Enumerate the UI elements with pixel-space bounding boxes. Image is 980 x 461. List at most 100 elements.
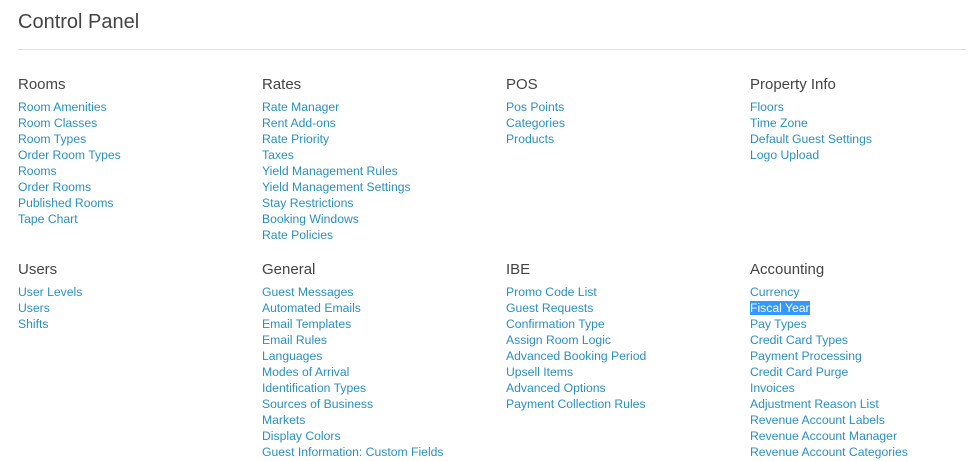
list-item: Revenue Account Manager — [750, 428, 980, 444]
property-info-link-floors[interactable]: Floors — [750, 100, 784, 114]
accounting-link-fiscal-year[interactable]: Fiscal Year — [750, 301, 810, 315]
accounting-link-revenue-account-manager[interactable]: Revenue Account Manager — [750, 429, 897, 443]
rooms-link-room-types[interactable]: Room Types — [18, 132, 86, 146]
general-link-markets[interactable]: Markets — [262, 413, 305, 427]
rooms-link-room-classes[interactable]: Room Classes — [18, 116, 97, 130]
general-link-guest-information-custom-fields[interactable]: Guest Information: Custom Fields — [262, 445, 444, 459]
accounting-link-pay-types[interactable]: Pay Types — [750, 317, 807, 331]
rooms-link-order-room-types[interactable]: Order Room Types — [18, 148, 121, 162]
section-pos: POS Pos Points Categories Products — [506, 75, 736, 147]
accounting-link-adjustment-reason-list[interactable]: Adjustment Reason List — [750, 397, 879, 411]
list-item: Credit Card Types — [750, 332, 980, 348]
accounting-link-invoices[interactable]: Invoices — [750, 381, 795, 395]
list-item: Automated Emails — [262, 300, 492, 316]
general-link-sources-of-business[interactable]: Sources of Business — [262, 397, 373, 411]
ibe-link-assign-room-logic[interactable]: Assign Room Logic — [506, 333, 611, 347]
general-link-email-templates[interactable]: Email Templates — [262, 317, 351, 331]
general-link-list: Guest Messages Automated Emails Email Temp… — [262, 284, 492, 460]
ibe-link-advanced-booking-period[interactable]: Advanced Booking Period — [506, 349, 646, 363]
users-link-users[interactable]: Users — [18, 301, 50, 315]
accounting-link-payment-processing[interactable]: Payment Processing — [750, 349, 862, 363]
rates-link-rate-policies[interactable]: Rate Policies — [262, 228, 333, 242]
general-link-display-colors[interactable]: Display Colors — [262, 429, 341, 443]
list-item: Fiscal Year — [750, 300, 980, 316]
list-item: Rate Priority — [262, 131, 492, 147]
list-item: Pos Points — [506, 99, 736, 115]
section-rooms: Rooms Room Amenities Room Classes Room Typ… — [18, 75, 248, 227]
list-item: Upsell Items — [506, 364, 736, 380]
rates-link-rent-add-ons[interactable]: Rent Add-ons — [262, 116, 336, 130]
rooms-link-published-rooms[interactable]: Published Rooms — [18, 196, 114, 210]
general-link-identification-types[interactable]: Identification Types — [262, 381, 366, 395]
list-item: Default Guest Settings — [750, 131, 980, 147]
pos-link-pos-points[interactable]: Pos Points — [506, 100, 564, 114]
list-item: Time Zone — [750, 115, 980, 131]
list-item: Email Rules — [262, 332, 492, 348]
list-item: Guest Messages — [262, 284, 492, 300]
general-link-languages[interactable]: Languages — [262, 349, 322, 363]
pos-link-list: Pos Points Categories Products — [506, 99, 736, 147]
accounting-link-revenue-account-categories[interactable]: Revenue Account Categories — [750, 445, 908, 459]
rooms-link-room-amenities[interactable]: Room Amenities — [18, 100, 107, 114]
list-item: Room Types — [18, 131, 248, 147]
ibe-link-payment-collection-rules[interactable]: Payment Collection Rules — [506, 397, 646, 411]
rooms-link-list: Room Amenities Room Classes Room Types Orde… — [18, 99, 248, 227]
general-link-modes-of-arrival[interactable]: Modes of Arrival — [262, 365, 349, 379]
rates-link-taxes[interactable]: Taxes — [262, 148, 294, 162]
list-item: Logo Upload — [750, 147, 980, 163]
list-item: Room Amenities — [18, 99, 248, 115]
list-item: Pay Types — [750, 316, 980, 332]
rooms-link-rooms[interactable]: Rooms — [18, 164, 57, 178]
accounting-link-list: Currency Fiscal Year Pay Types Credit Card … — [750, 284, 980, 460]
list-item: Users — [18, 300, 248, 316]
accounting-link-credit-card-types[interactable]: Credit Card Types — [750, 333, 848, 347]
rates-link-booking-windows[interactable]: Booking Windows — [262, 212, 359, 226]
list-item: Rate Manager — [262, 99, 492, 115]
rates-link-rate-priority[interactable]: Rate Priority — [262, 132, 329, 146]
ibe-link-guest-requests[interactable]: Guest Requests — [506, 301, 593, 315]
ibe-link-confirmation-type[interactable]: Confirmation Type — [506, 317, 605, 331]
list-item: Rooms — [18, 163, 248, 179]
property-info-link-time-zone[interactable]: Time Zone — [750, 116, 808, 130]
section-heading-ibe: IBE — [506, 261, 531, 278]
list-item: Email Templates — [262, 316, 492, 332]
list-item: Rent Add-ons — [262, 115, 492, 131]
general-link-guest-messages[interactable]: Guest Messages — [262, 285, 353, 299]
pos-link-categories[interactable]: Categories — [506, 116, 565, 130]
ibe-link-promo-code-list[interactable]: Promo Code List — [506, 285, 597, 299]
users-link-shifts[interactable]: Shifts — [18, 317, 48, 331]
list-item: Floors — [750, 99, 980, 115]
list-item: Categories — [506, 115, 736, 131]
section-rates: Rates Rate Manager Rent Add-ons Rate Prior… — [262, 75, 492, 243]
pos-link-products[interactable]: Products — [506, 132, 554, 146]
property-info-link-default-guest-settings[interactable]: Default Guest Settings — [750, 132, 872, 146]
ibe-link-upsell-items[interactable]: Upsell Items — [506, 365, 573, 379]
rates-link-rate-manager[interactable]: Rate Manager — [262, 100, 339, 114]
list-item: Display Colors — [262, 428, 492, 444]
list-item: Shifts — [18, 316, 248, 332]
rates-link-yield-management-rules[interactable]: Yield Management Rules — [262, 164, 398, 178]
list-item: Published Rooms — [18, 195, 248, 211]
property-info-link-list: Floors Time Zone Default Guest Settings Log… — [750, 99, 980, 163]
general-link-email-rules[interactable]: Email Rules — [262, 333, 327, 347]
rooms-link-tape-chart[interactable]: Tape Chart — [18, 212, 78, 226]
list-item: Confirmation Type — [506, 316, 736, 332]
general-link-automated-emails[interactable]: Automated Emails — [262, 301, 361, 315]
section-heading-pos: POS — [506, 76, 538, 93]
list-item: Identification Types — [262, 380, 492, 396]
list-item: Order Rooms — [18, 179, 248, 195]
accounting-link-currency[interactable]: Currency — [750, 285, 799, 299]
section-heading-accounting: Accounting — [750, 261, 825, 278]
list-item: Payment Collection Rules — [506, 396, 736, 412]
property-info-link-logo-upload[interactable]: Logo Upload — [750, 148, 819, 162]
accounting-link-revenue-account-labels[interactable]: Revenue Account Labels — [750, 413, 885, 427]
rates-link-yield-management-settings[interactable]: Yield Management Settings — [262, 180, 411, 194]
rooms-link-order-rooms[interactable]: Order Rooms — [18, 180, 91, 194]
list-item: Guest Information: Custom Fields — [262, 444, 492, 460]
accounting-link-credit-card-purge[interactable]: Credit Card Purge — [750, 365, 848, 379]
ibe-link-advanced-options[interactable]: Advanced Options — [506, 381, 606, 395]
list-item: Tape Chart — [18, 211, 248, 227]
users-link-user-levels[interactable]: User Levels — [18, 285, 82, 299]
rates-link-stay-restrictions[interactable]: Stay Restrictions — [262, 196, 353, 210]
list-item: Modes of Arrival — [262, 364, 492, 380]
